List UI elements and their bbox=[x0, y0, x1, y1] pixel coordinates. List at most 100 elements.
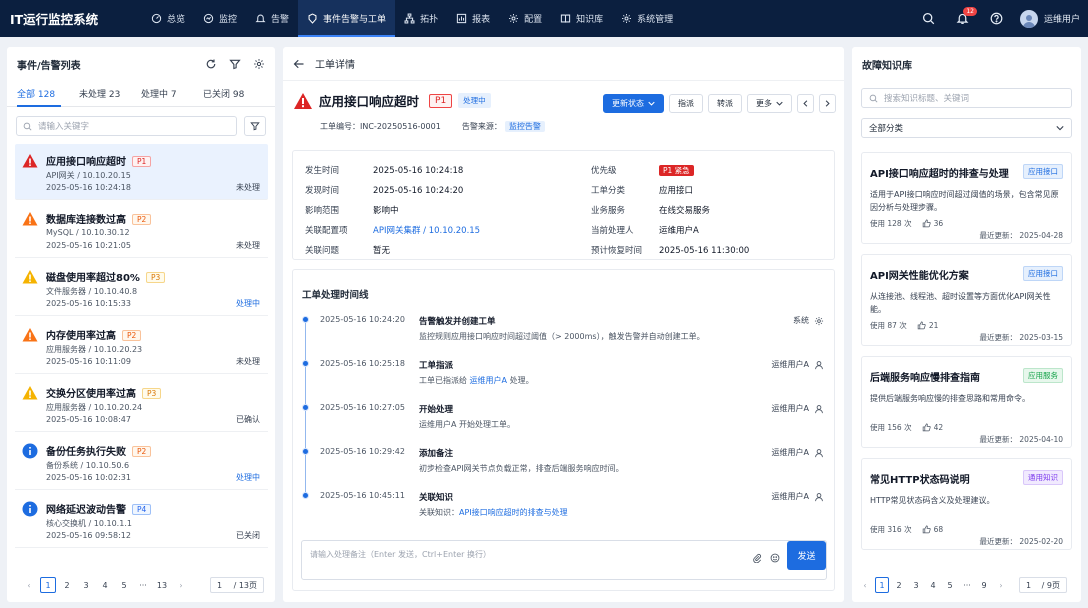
tab-1[interactable]: 未处理 23 bbox=[79, 81, 141, 106]
page-button[interactable]: 5 bbox=[116, 577, 132, 593]
assign-button[interactable]: 指派 bbox=[669, 94, 703, 113]
timeline-event: 开始处理 bbox=[419, 405, 454, 415]
prev-page-button[interactable]: ‹ bbox=[21, 577, 37, 593]
alert-time: 2025-05-16 10:24:18 bbox=[46, 183, 131, 192]
page-button[interactable]: 2 bbox=[59, 577, 75, 593]
report-icon bbox=[456, 13, 472, 24]
remark-input[interactable]: 请输入处理备注（Enter 发送，Ctrl+Enter 换行） 发送 bbox=[301, 540, 827, 580]
alert-list-item[interactable]: 数据库连接数过高 P2 MySQL / 10.10.30.12 2025-05-16 … bbox=[15, 202, 268, 258]
timeline-desc-link[interactable]: API接口响应超时的排查与处理 bbox=[459, 508, 568, 517]
back-arrow-icon[interactable] bbox=[293, 58, 305, 70]
page-button[interactable]: 2 bbox=[892, 577, 906, 593]
page-button[interactable]: ··· bbox=[135, 577, 151, 593]
settings-icon[interactable] bbox=[253, 58, 265, 70]
kb-category-select[interactable]: 全部分类 bbox=[861, 118, 1072, 138]
send-button[interactable]: 发送 bbox=[787, 541, 826, 570]
next-page-button[interactable]: › bbox=[994, 577, 1008, 593]
alert-filter-button[interactable] bbox=[244, 116, 266, 136]
nav-item-5[interactable]: 报表 bbox=[447, 0, 499, 37]
timeline-desc: 运维用户A 开始处理工单。 bbox=[419, 420, 516, 429]
page-button[interactable]: 4 bbox=[97, 577, 113, 593]
alert-title-row: 磁盘使用率超过80% P3 bbox=[46, 269, 166, 284]
prev-ticket-button[interactable] bbox=[797, 94, 814, 113]
tab-3[interactable]: 已关闭 98 bbox=[203, 81, 265, 106]
page-button[interactable]: 13 bbox=[154, 577, 170, 593]
kb-card-likes: 68 bbox=[933, 525, 944, 534]
info-value: 影响中 bbox=[373, 206, 399, 216]
page-button[interactable]: 3 bbox=[78, 577, 94, 593]
prev-page-button[interactable]: ‹ bbox=[858, 577, 872, 593]
help-icon[interactable] bbox=[990, 12, 1004, 26]
more-button[interactable]: 更多 bbox=[747, 94, 792, 113]
alert-list-item[interactable]: 内存使用率过高 P2 应用服务器 / 10.10.20.23 2025-05-16 1… bbox=[15, 318, 268, 374]
page-jump-input[interactable]: 1 / 13页 bbox=[210, 577, 264, 593]
user-icon bbox=[809, 404, 824, 414]
nav-item-1[interactable]: 监控 bbox=[194, 0, 246, 37]
kb-card[interactable]: 后端服务响应慢排查指南 应用服务 提供后端服务响应慢的排查思路和常用命令。 使用 15… bbox=[861, 356, 1072, 448]
timeline-time: 2025-05-16 10:25:18 bbox=[320, 359, 405, 368]
timeline-actor-name: 运维用户A bbox=[771, 492, 809, 501]
filter-icon[interactable] bbox=[229, 58, 241, 70]
alert-list-item[interactable]: 交换分区使用率过高 P3 应用服务器 / 10.10.20.24 2025-05-16… bbox=[15, 376, 268, 432]
kb-card-updated: 最近更新： 2025-02-20 bbox=[979, 537, 1063, 546]
refresh-icon[interactable] bbox=[205, 58, 217, 70]
kb-card[interactable]: 常见HTTP状态码说明 通用知识 HTTP常见状态码含义及处理建议。 使用 316 次… bbox=[861, 458, 1072, 550]
page-button[interactable]: 3 bbox=[909, 577, 923, 593]
emoji-icon[interactable] bbox=[770, 553, 780, 563]
kb-card-title[interactable]: API接口响应超时的排查与处理 bbox=[870, 165, 1009, 180]
nav-item-6[interactable]: 配置 bbox=[499, 0, 551, 37]
alert-title-row: 数据库连接数过高 P2 bbox=[46, 211, 152, 226]
kb-card-views: 使用 316 次 bbox=[870, 525, 912, 534]
knowledge-base-panel: 故障知识库 搜索知识标题、关键词 全部分类 API接口响应超时的排查与处理 应用接… bbox=[852, 47, 1081, 602]
alert-search-input[interactable]: 请输入关键字 bbox=[16, 116, 237, 136]
attachment-icon[interactable] bbox=[752, 553, 762, 563]
tab-2[interactable]: 处理中 7 bbox=[141, 81, 203, 106]
nav-item-0[interactable]: 总览 bbox=[142, 0, 194, 37]
user-name[interactable]: 运维用户 bbox=[1044, 12, 1080, 25]
transfer-button[interactable]: 转派 bbox=[708, 94, 742, 113]
timeline-desc-link[interactable]: 运维用户A bbox=[470, 376, 507, 385]
notification-bell-icon[interactable]: 12 bbox=[956, 6, 977, 26]
page-button[interactable]: 5 bbox=[943, 577, 957, 593]
info-value: 运维用户A bbox=[659, 226, 699, 236]
warning-yellow-icon bbox=[22, 269, 38, 285]
page-jump-input[interactable]: 1 / 9页 bbox=[1019, 577, 1067, 593]
alert-list-header: 事件/告警列表 bbox=[7, 47, 275, 81]
kb-card-title[interactable]: API网关性能优化方案 bbox=[870, 267, 969, 282]
next-page-button[interactable]: › bbox=[173, 577, 189, 593]
timeline-actor: 运维用户A bbox=[772, 491, 824, 502]
nav-item-8[interactable]: 系统管理 bbox=[612, 0, 682, 37]
page-button[interactable]: 4 bbox=[926, 577, 940, 593]
page-button[interactable]: 1 bbox=[875, 577, 889, 593]
book-icon bbox=[560, 13, 576, 24]
alert-list-item[interactable]: 备份任务执行失败 P2 备份系统 / 10.10.50.6 2025-05-16 10… bbox=[15, 434, 268, 490]
chevron-down-icon bbox=[1056, 126, 1064, 131]
alert-title-row: 备份任务执行失败 P2 bbox=[46, 443, 152, 458]
ci-link[interactable]: API网关集群 / 10.10.20.15 bbox=[373, 226, 480, 236]
ticket-meta: 工单编号：INC-20250516-0001 告警来源： 监控告警 bbox=[320, 121, 545, 132]
page-button[interactable]: 1 bbox=[40, 577, 56, 593]
kb-search-placeholder: 搜索知识标题、关键词 bbox=[884, 94, 970, 104]
alert-list-item[interactable]: 应用接口响应超时 P1 API网关 / 10.10.20.15 2025-05-16 … bbox=[15, 144, 268, 200]
nav-item-2[interactable]: 告警 bbox=[246, 0, 298, 37]
search-icon[interactable] bbox=[922, 12, 936, 26]
nav-item-4[interactable]: 拓扑 bbox=[395, 0, 447, 37]
nav-item-7[interactable]: 知识库 bbox=[551, 0, 612, 37]
tab-0[interactable]: 全部 128 bbox=[17, 81, 79, 107]
kb-card-title[interactable]: 后端服务响应慢排查指南 bbox=[870, 369, 980, 384]
alert-list-item[interactable]: 磁盘使用率超过80% P3 文件服务器 / 10.10.40.8 2025-05-16… bbox=[15, 260, 268, 316]
ticket-source-tag: 监控告警 bbox=[504, 121, 545, 132]
kb-card-title[interactable]: 常见HTTP状态码说明 bbox=[870, 471, 970, 486]
update-status-button[interactable]: 更新状态 bbox=[603, 94, 664, 113]
page-button[interactable]: ··· bbox=[960, 577, 974, 593]
next-ticket-button[interactable] bbox=[819, 94, 836, 113]
nav-item-3[interactable]: 事件告警与工单 bbox=[298, 0, 396, 37]
kb-card[interactable]: API接口响应超时的排查与处理 应用接口 适用于API接口响应时间超过阈值的场景，包… bbox=[861, 152, 1072, 244]
kb-search-input[interactable]: 搜索知识标题、关键词 bbox=[861, 88, 1072, 108]
chevron-left-icon bbox=[803, 100, 808, 107]
alert-list-item[interactable]: 网络延迟波动告警 P4 核心交换机 / 10.10.1.1 2025-05-16 09… bbox=[15, 492, 268, 548]
avatar[interactable] bbox=[1019, 9, 1038, 28]
alert-status: 未处理 bbox=[236, 183, 260, 192]
page-button[interactable]: 9 bbox=[977, 577, 991, 593]
kb-card[interactable]: API网关性能优化方案 应用接口 从连接池、线程池、超时设置等方面优化API网关性能… bbox=[861, 254, 1072, 346]
